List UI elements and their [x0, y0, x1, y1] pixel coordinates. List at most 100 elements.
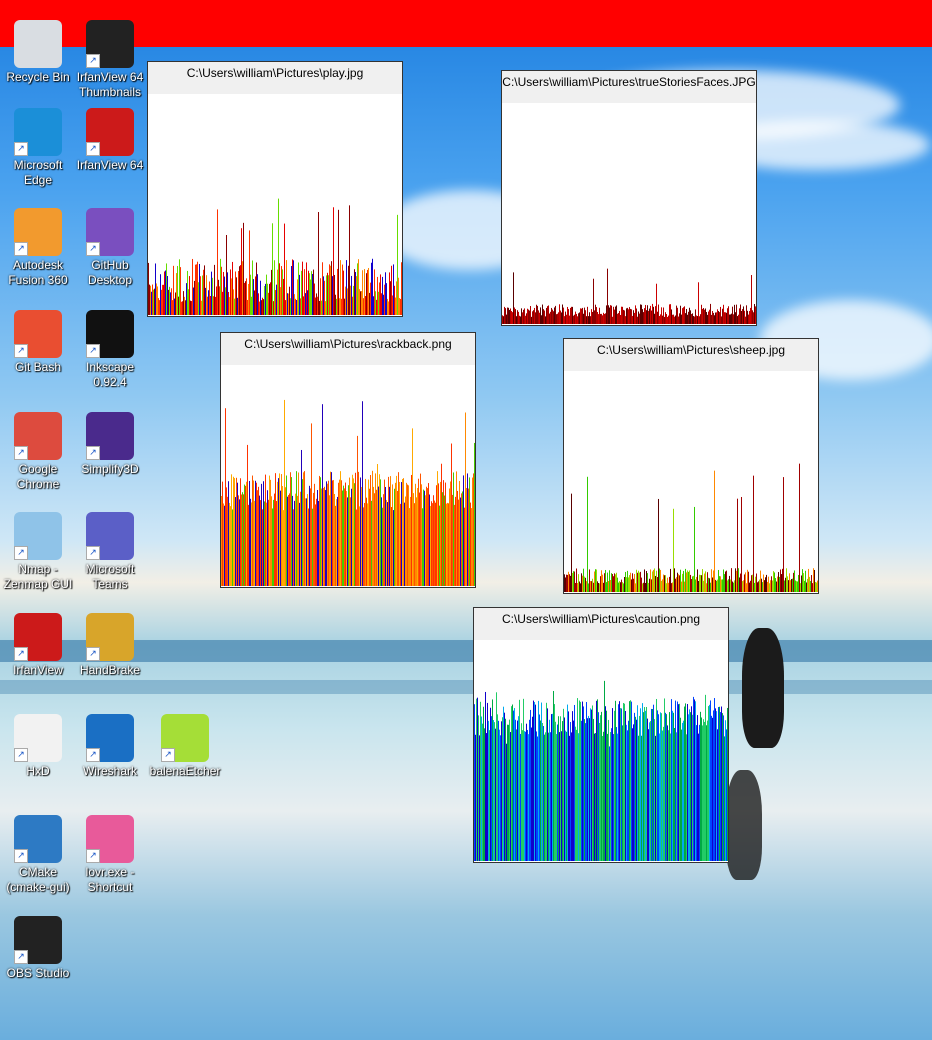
histogram-bar — [539, 714, 540, 861]
irfanview-thumbnails-icon: ↗ — [86, 20, 134, 68]
window-title[interactable]: C:\Users\william\Pictures\rackback.png — [221, 333, 475, 365]
histogram-bar — [574, 704, 575, 861]
desktop-icon[interactable]: ↗ Nmap - Zenmap GUI — [0, 512, 76, 592]
desktop-icon[interactable]: ↗ HxD — [0, 714, 76, 779]
histogram-bar — [161, 289, 162, 315]
desktop-icon[interactable]: ↗ Inkscape 0.92.4 — [72, 310, 148, 390]
histogram-bar — [599, 722, 600, 861]
histogram-bar — [520, 316, 521, 324]
histogram-bar — [594, 571, 595, 592]
histogram-bar — [692, 714, 693, 861]
histogram-bar — [378, 486, 379, 586]
histogram-window-caution[interactable]: C:\Users\william\Pictures\caution.png — [473, 607, 729, 863]
histogram-bar — [662, 315, 663, 324]
histogram-bar — [723, 569, 724, 592]
histogram-bar — [596, 569, 597, 592]
desktop-icon[interactable]: ↗ IrfanView — [0, 613, 76, 678]
histogram-bar — [170, 292, 171, 315]
histogram-bar — [639, 715, 640, 861]
histogram-bar — [514, 708, 515, 861]
histogram-bar — [657, 311, 658, 324]
histogram-bar — [474, 704, 475, 861]
histogram-bar — [709, 578, 710, 592]
window-title[interactable]: C:\Users\william\Pictures\caution.png — [474, 608, 728, 640]
desktop-icon[interactable]: ↗ HandBrake — [72, 613, 148, 678]
desktop-icon[interactable]: ↗ Wireshark — [72, 714, 148, 779]
desktop-icon[interactable]: ↗ CMake (cmake-gui) — [0, 815, 76, 895]
histogram-bar — [665, 312, 666, 324]
desktop-icon[interactable]: ↗ lovr.exe - Shortcut — [72, 815, 148, 895]
histogram-bar — [754, 582, 755, 592]
histogram-bar — [712, 310, 713, 324]
histogram-bar — [315, 504, 316, 586]
histogram-bar — [254, 290, 255, 315]
histogram-bar — [216, 286, 217, 315]
histogram-window-play[interactable]: C:\Users\william\Pictures\play.jpg — [147, 61, 403, 317]
histogram-bar — [305, 293, 306, 315]
histogram-bar — [524, 308, 525, 324]
histogram-bar — [274, 493, 275, 586]
histogram-bar — [566, 574, 567, 592]
histogram-window-sheep[interactable]: C:\Users\william\Pictures\sheep.jpg — [563, 338, 819, 594]
histogram-bar — [725, 312, 726, 324]
histogram-bar — [479, 735, 480, 861]
histogram-bar — [402, 478, 403, 586]
histogram-bar — [650, 721, 651, 861]
histogram-bar — [278, 198, 279, 315]
desktop-icon[interactable]: ↗ IrfanView 64 Thumbnails — [72, 20, 148, 100]
histogram-bar — [282, 486, 283, 586]
histogram-bar — [591, 709, 592, 861]
desktop-icon[interactable]: ↗ IrfanView 64 — [72, 108, 148, 173]
desktop-icon[interactable]: ↗ Simplify3D — [72, 412, 148, 477]
desktop-icon[interactable]: ↗ Git Bash — [0, 310, 76, 375]
desktop-icon[interactable]: ↗ Microsoft Teams — [72, 512, 148, 592]
desktop-icon[interactable]: ↗ Microsoft Edge — [0, 108, 76, 188]
histogram-window-rackback[interactable]: C:\Users\william\Pictures\rackback.png — [220, 332, 476, 588]
histogram-bar — [664, 698, 665, 861]
histogram-bar — [289, 286, 290, 315]
histogram-bar — [385, 272, 386, 315]
histogram-bar — [566, 731, 567, 861]
histogram-bar — [681, 581, 682, 592]
histogram-bar — [239, 266, 240, 315]
histogram-bar — [208, 290, 209, 315]
desktop-icon[interactable]: ↗ OBS Studio — [0, 916, 76, 981]
histogram-bar — [664, 575, 665, 592]
histogram-bar — [351, 488, 352, 586]
histogram-bar — [536, 304, 537, 324]
histogram-bar — [722, 579, 723, 592]
histogram-bar — [194, 280, 195, 315]
histogram-bar — [473, 473, 474, 586]
histogram-bar — [627, 570, 628, 592]
histogram-bar — [632, 728, 633, 861]
desktop-icon[interactable]: ↗ Google Chrome — [0, 412, 76, 492]
histogram-bar — [220, 258, 221, 315]
desktop-icon[interactable]: ↗ GitHub Desktop — [72, 208, 148, 288]
desktop-icon[interactable]: Recycle Bin — [0, 20, 76, 85]
histogram-bar — [206, 275, 207, 315]
histogram-bar — [547, 708, 548, 861]
histogram-bar — [694, 316, 695, 324]
histogram-window-truestoriesfaces[interactable]: C:\Users\william\Pictures\trueStoriesFac… — [501, 70, 757, 326]
histogram-bar — [476, 698, 477, 861]
histogram-bar — [263, 299, 264, 315]
histogram-bar — [673, 314, 674, 324]
histogram-bar — [267, 490, 268, 586]
histogram-bar — [360, 477, 361, 586]
histogram-bar — [455, 496, 456, 586]
histogram-chart — [221, 399, 475, 586]
histogram-bar — [683, 720, 684, 861]
window-title[interactable]: C:\Users\william\Pictures\sheep.jpg — [564, 339, 818, 371]
histogram-bar — [745, 316, 746, 324]
histogram-bar — [562, 721, 563, 861]
histogram-bar — [372, 258, 373, 315]
desktop-icon[interactable]: ↗ balenaEtcher — [147, 714, 223, 779]
desktop-icon[interactable]: ↗ Autodesk Fusion 360 — [0, 208, 76, 288]
histogram-bar — [684, 306, 685, 324]
window-title[interactable]: C:\Users\william\Pictures\play.jpg — [148, 62, 402, 94]
histogram-bar — [560, 310, 561, 324]
window-title[interactable]: C:\Users\william\Pictures\trueStoriesFac… — [502, 71, 756, 103]
histogram-bar — [695, 309, 696, 324]
histogram-bar — [187, 270, 188, 315]
histogram-bar — [603, 731, 604, 861]
